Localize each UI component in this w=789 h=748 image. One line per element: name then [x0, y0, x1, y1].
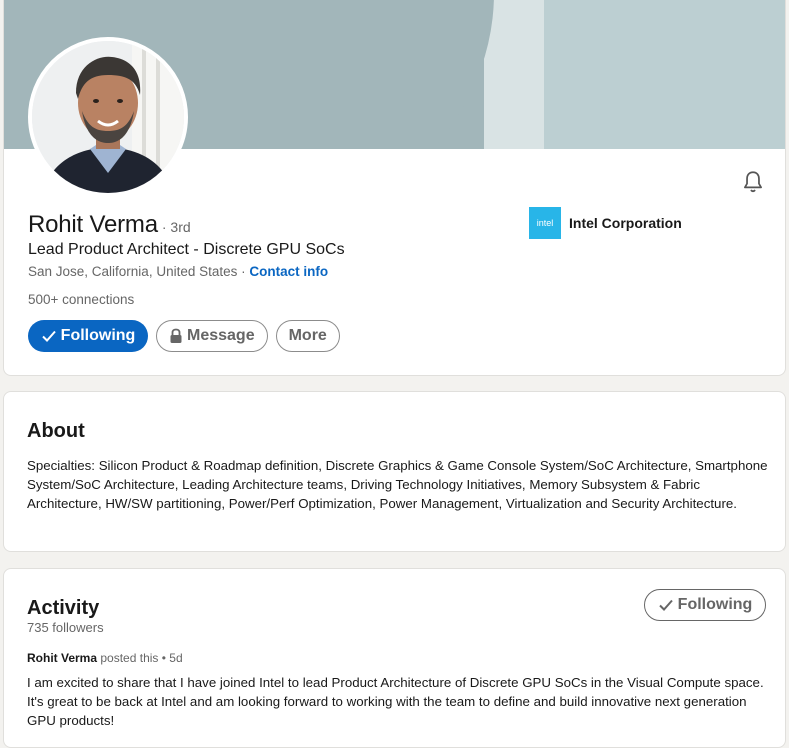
- about-text: Specialties: Silicon Product & Roadmap d…: [27, 458, 768, 511]
- message-button[interactable]: Message: [156, 320, 268, 352]
- contact-info-link[interactable]: Contact info: [249, 264, 328, 279]
- about-title: About: [27, 420, 85, 442]
- location-row: San Jose, California, United States · Co…: [28, 264, 328, 279]
- more-button[interactable]: More: [275, 320, 340, 352]
- intel-logo: intel: [529, 207, 561, 239]
- connection-degree: · 3rd: [161, 219, 191, 235]
- activity-title: Activity: [27, 597, 100, 619]
- activity-card: Activity 735 followers Following Rohit V…: [3, 568, 786, 748]
- profile-card: Rohit Verma · 3rd Lead Product Architect…: [3, 0, 786, 376]
- followers-count: 735 followers: [27, 620, 104, 635]
- post-meta: Rohit Verma posted this • 5d: [27, 651, 183, 665]
- check-icon: [41, 330, 56, 342]
- check-icon: [658, 599, 673, 611]
- about-card: About Specialties: Silicon Product & Roa…: [3, 391, 786, 552]
- more-button-label: More: [288, 327, 327, 344]
- company-logo-text: intel: [536, 218, 554, 228]
- banner-band-light: [484, 0, 544, 149]
- name-row: Rohit Verma · 3rd: [28, 211, 191, 239]
- profile-headline: Lead Product Architect - Discrete GPU So…: [28, 241, 345, 258]
- avatar-photo: [32, 41, 184, 193]
- connections-count[interactable]: 500+ connections: [28, 292, 134, 307]
- current-company[interactable]: intel Intel Corporation: [529, 207, 682, 239]
- post-text[interactable]: I am excited to share that I have joined…: [27, 673, 769, 730]
- location-separator: ·: [237, 264, 250, 279]
- profile-name: Rohit Verma: [28, 211, 158, 238]
- activity-following-label: Following: [677, 596, 753, 613]
- following-button[interactable]: Following: [28, 320, 148, 352]
- post-time: posted this • 5d: [97, 651, 183, 665]
- activity-following-button[interactable]: Following: [644, 589, 766, 621]
- bell-icon[interactable]: [740, 169, 766, 195]
- post-author[interactable]: Rohit Verma: [27, 651, 97, 665]
- avatar[interactable]: [28, 37, 188, 197]
- profile-actions: Following Message More: [28, 320, 340, 352]
- lock-icon: [170, 328, 182, 343]
- profile-location: San Jose, California, United States: [28, 264, 238, 279]
- following-button-label: Following: [60, 327, 136, 344]
- banner-band-right: [544, 0, 785, 149]
- message-button-label: Message: [187, 327, 255, 344]
- company-name: Intel Corporation: [569, 215, 682, 231]
